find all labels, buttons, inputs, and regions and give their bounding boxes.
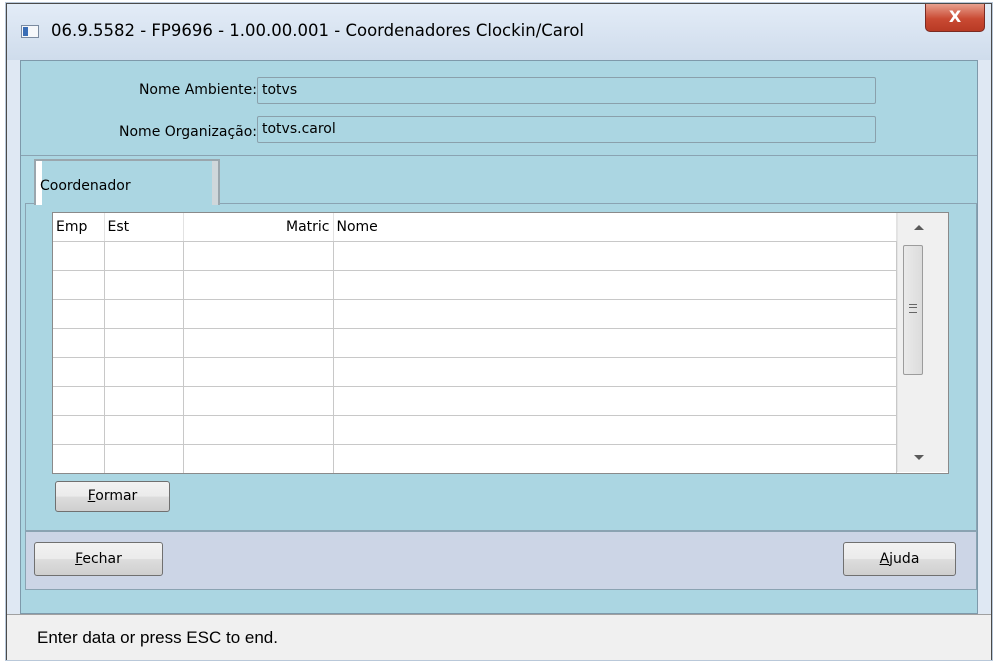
- nome-organizacao-label: Nome Organização:: [119, 124, 257, 140]
- col-header-matric[interactable]: Matric: [183, 213, 334, 242]
- table-row[interactable]: [53, 415, 897, 445]
- table-row[interactable]: [53, 444, 897, 473]
- table-row[interactable]: [53, 270, 897, 300]
- grid-cell[interactable]: [183, 328, 334, 358]
- grid-cell[interactable]: [53, 270, 105, 300]
- grid-cell[interactable]: [333, 386, 897, 416]
- table-row[interactable]: [53, 328, 897, 358]
- grid-header-row: Emp Est Matric Nome: [53, 213, 897, 242]
- window-title: 06.9.5582 - FP9696 - 1.00.00.001 - Coord…: [51, 21, 584, 40]
- dialog-window: 06.9.5582 - FP9696 - 1.00.00.001 - Coord…: [6, 3, 992, 660]
- grid-cell[interactable]: [333, 415, 897, 445]
- grid-cell[interactable]: [104, 444, 184, 473]
- grid-cell[interactable]: [333, 270, 897, 300]
- fechar-label: echar: [82, 551, 122, 567]
- grid-cell[interactable]: [183, 270, 334, 300]
- grid-cell[interactable]: [183, 299, 334, 329]
- grid-cell[interactable]: [53, 415, 105, 445]
- grid-cell[interactable]: [104, 328, 184, 358]
- window-icon[interactable]: [21, 25, 39, 38]
- grid-cell[interactable]: [183, 386, 334, 416]
- grid-cell[interactable]: [53, 299, 105, 329]
- grid-cell[interactable]: [53, 357, 105, 387]
- grip-icon: [909, 304, 917, 313]
- grid-cell[interactable]: [104, 241, 184, 271]
- ajuda-hotkey: A: [879, 551, 890, 567]
- grid-vertical-scrollbar[interactable]: [897, 213, 948, 472]
- status-bar: Enter data or press ESC to end.: [7, 614, 991, 660]
- formar-button[interactable]: Formar: [55, 481, 170, 512]
- col-header-emp[interactable]: Emp: [53, 213, 105, 242]
- grid-cell[interactable]: [104, 386, 184, 416]
- close-button[interactable]: X: [925, 4, 985, 32]
- formar-label: ormar: [95, 488, 138, 504]
- table-row[interactable]: [53, 357, 897, 387]
- grid-cell[interactable]: [104, 415, 184, 445]
- scroll-up-arrow-icon[interactable]: [914, 225, 924, 230]
- nome-ambiente-label: Nome Ambiente:: [138, 82, 257, 98]
- grid-cell[interactable]: [53, 444, 105, 473]
- grid-cell[interactable]: [104, 299, 184, 329]
- grid-cell[interactable]: [183, 357, 334, 387]
- ajuda-label: juda: [889, 551, 920, 567]
- grid-cell[interactable]: [53, 386, 105, 416]
- grid-cell[interactable]: [183, 444, 334, 473]
- grid-cell[interactable]: [333, 241, 897, 271]
- col-header-est[interactable]: Est: [104, 213, 184, 242]
- nome-ambiente-field[interactable]: totvs: [257, 77, 876, 104]
- ajuda-button[interactable]: Ajuda: [843, 542, 956, 576]
- status-message: Enter data or press ESC to end.: [37, 628, 278, 647]
- grid-cell[interactable]: [333, 444, 897, 473]
- grid-cell[interactable]: [333, 299, 897, 329]
- tab-coordenador[interactable]: Coordenador: [34, 159, 220, 205]
- coordenador-grid[interactable]: Emp Est Matric Nome: [52, 212, 949, 474]
- footer-panel: [25, 531, 977, 590]
- grid-cell[interactable]: [183, 241, 334, 271]
- grid-cell[interactable]: [183, 415, 334, 445]
- tab-coordenador-label: Coordenador: [40, 178, 131, 194]
- grid-cell[interactable]: [104, 357, 184, 387]
- table-row[interactable]: [53, 386, 897, 416]
- grid-cell[interactable]: [104, 270, 184, 300]
- grid-table: Emp Est Matric Nome: [53, 213, 897, 473]
- scrollbar-thumb[interactable]: [903, 245, 923, 375]
- grid-cell[interactable]: [53, 241, 105, 271]
- scroll-down-arrow-icon[interactable]: [914, 455, 924, 460]
- table-row[interactable]: [53, 299, 897, 329]
- nome-organizacao-field[interactable]: totvs.carol: [257, 116, 876, 143]
- grid-cell[interactable]: [333, 328, 897, 358]
- grid-cell[interactable]: [333, 357, 897, 387]
- grid-cell[interactable]: [53, 328, 105, 358]
- col-header-nome[interactable]: Nome: [333, 213, 897, 242]
- title-bar[interactable]: 06.9.5582 - FP9696 - 1.00.00.001 - Coord…: [7, 4, 991, 60]
- top-group-separator: [21, 155, 977, 156]
- fechar-button[interactable]: Fechar: [34, 542, 163, 576]
- table-row[interactable]: [53, 241, 897, 271]
